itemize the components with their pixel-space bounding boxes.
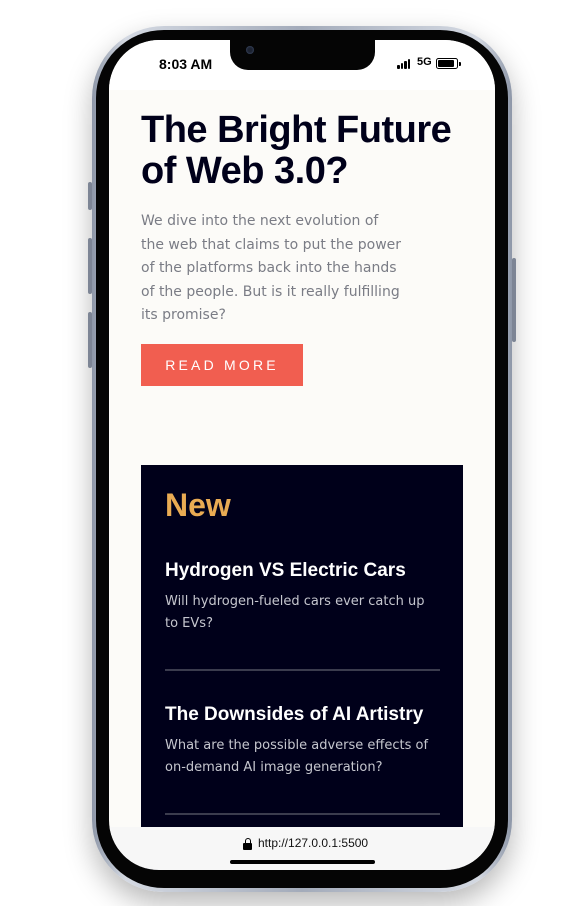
url-text[interactable]: http://127.0.0.1:5500 <box>258 836 368 850</box>
home-indicator[interactable] <box>230 860 375 864</box>
status-time: 8:03 AM <box>159 56 213 72</box>
battery-icon <box>436 58 461 69</box>
divider <box>165 669 440 671</box>
action-button <box>88 182 92 210</box>
new-section: New Hydrogen VS Electric Cars Will hydro… <box>141 465 463 870</box>
news-item[interactable]: The Downsides of AI Artistry What are th… <box>165 703 440 779</box>
volume-up-button <box>88 238 92 294</box>
read-more-button[interactable]: READ MORE <box>141 343 303 386</box>
news-item-title[interactable]: The Downsides of AI Artistry <box>165 703 440 727</box>
news-item-description: What are the possible adverse effects of… <box>165 738 429 775</box>
lock-icon <box>243 838 252 850</box>
phone-screen: 8:03 AM 5G The Bright Future of Web 3.0?… <box>109 40 495 870</box>
notch <box>230 40 375 70</box>
power-button <box>512 258 516 342</box>
news-item-description: Will hydrogen-fueled cars ever catch up … <box>165 594 425 631</box>
network-label: 5G <box>417 56 432 68</box>
status-bar: 8:03 AM 5G <box>109 40 495 90</box>
browser-url-bar[interactable]: http://127.0.0.1:5500 <box>109 827 495 870</box>
hero-title: The Bright Future of Web 3.0? <box>141 109 452 192</box>
hero-description: We dive into the next evolution of the w… <box>141 213 402 324</box>
signal-icon <box>397 59 413 69</box>
news-item-title[interactable]: Hydrogen VS Electric Cars <box>165 559 440 583</box>
news-item[interactable]: Hydrogen VS Electric Cars Will hydrogen-… <box>165 559 440 635</box>
camera-icon <box>246 46 254 54</box>
new-section-heading: New <box>165 487 231 523</box>
volume-down-button <box>88 312 92 368</box>
divider <box>165 813 440 815</box>
hero-section: The Bright Future of Web 3.0? We dive in… <box>141 90 463 386</box>
